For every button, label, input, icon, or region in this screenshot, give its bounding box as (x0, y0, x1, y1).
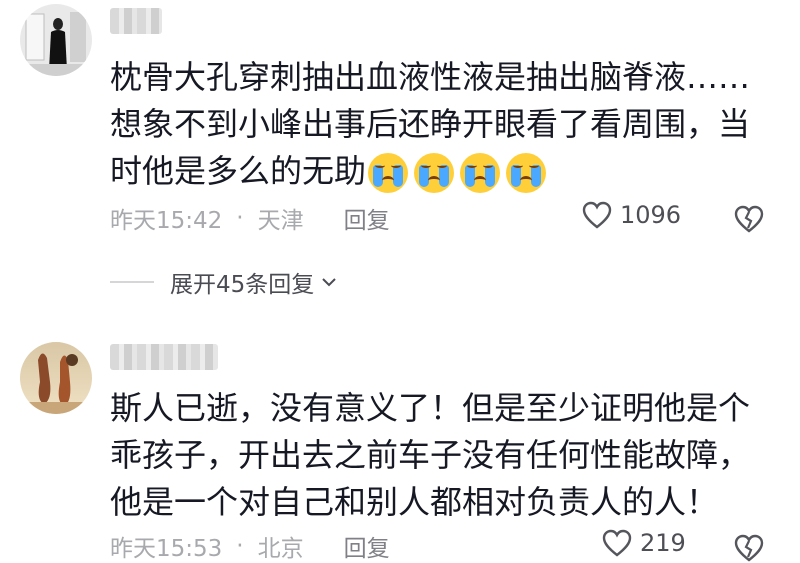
like-button[interactable]: 219 (602, 529, 686, 557)
avatar-image (20, 4, 92, 76)
separator-dot: · (236, 533, 244, 559)
avatar[interactable] (20, 4, 92, 76)
comment-text: 枕骨大孔穿刺抽出血液性液是抽出脑脊液……想象不到小峰出事后还睁开眼看了看周围，当… (110, 54, 770, 195)
broken-heart-icon[interactable] (734, 204, 764, 234)
separator-dot: · (236, 205, 244, 231)
crying-face-icon (414, 153, 455, 193)
like-count: 219 (640, 529, 686, 557)
comment-location: 天津 (257, 208, 304, 234)
reply-button[interactable]: 回复 (344, 529, 390, 563)
reply-button[interactable]: 回复 (344, 201, 390, 235)
heart-icon (602, 529, 632, 557)
expand-replies-button[interactable]: 展开45条回复 (110, 265, 338, 299)
username-blurred[interactable] (110, 344, 218, 370)
like-button[interactable]: 1096 (582, 201, 681, 229)
comment-location: 北京 (257, 536, 304, 562)
avatar-image (20, 342, 92, 414)
comment-item: 斯人已逝，没有意义了！但是至少证明他是个乖孩子，开出去之前车子没有任何性能故障，… (0, 330, 800, 563)
expand-replies-label: 展开45条回复 (170, 272, 315, 298)
emoji-row (368, 153, 547, 193)
comment-meta: 昨天15:53 · 北京 回复 (110, 529, 390, 563)
heart-icon (582, 201, 612, 229)
avatar[interactable] (20, 342, 92, 414)
crying-face-icon (460, 153, 501, 193)
crying-face-icon (506, 153, 547, 193)
crying-face-icon (368, 153, 409, 193)
chevron-down-icon (322, 278, 336, 287)
broken-heart-icon[interactable] (734, 533, 764, 563)
divider-line (110, 281, 154, 283)
username-blurred[interactable] (110, 8, 162, 34)
like-count: 1096 (620, 201, 682, 229)
comment-time: 昨天15:53 (110, 536, 223, 562)
comment-meta: 昨天15:42 · 天津 回复 (110, 201, 390, 235)
comment-time: 昨天15:42 (110, 208, 223, 234)
comment-text: 斯人已逝，没有意义了！但是至少证明他是个乖孩子，开出去之前车子没有任何性能故障，… (110, 389, 751, 521)
comment-item: 枕骨大孔穿刺抽出血液性液是抽出脑脊液……想象不到小峰出事后还睁开眼看了看周围，当… (0, 0, 800, 330)
